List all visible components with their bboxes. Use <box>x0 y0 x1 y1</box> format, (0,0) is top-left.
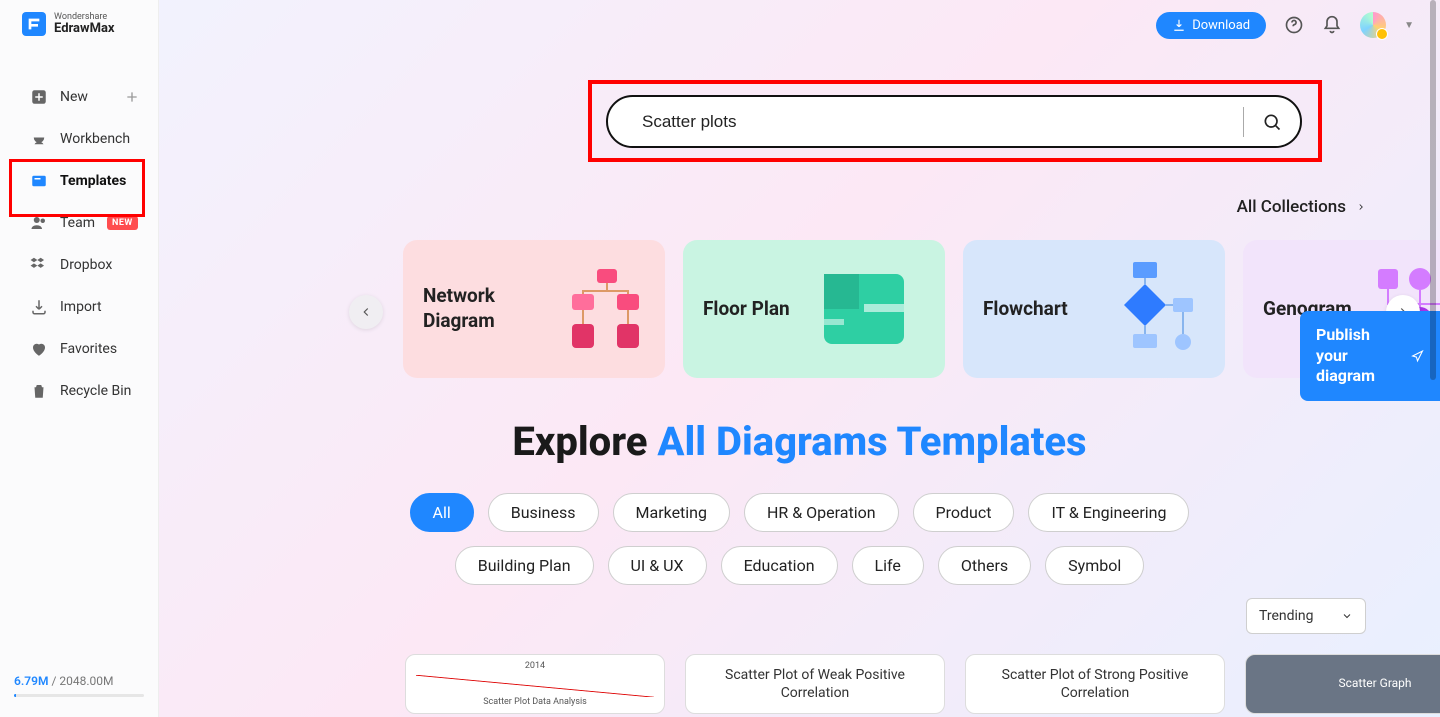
sidebar-item-templates[interactable]: Templates <box>0 160 158 202</box>
result-card[interactable]: Scatter Plot of Strong Positive Correlat… <box>965 654 1225 714</box>
flowchart-art-icon <box>1082 240 1205 378</box>
storage-indicator: 6.79M / 2048.00M <box>0 674 158 717</box>
result-card[interactable]: Scatter Plot of Weak Positive Correlatio… <box>685 654 945 714</box>
carousel-prev-button[interactable] <box>349 295 383 329</box>
sidebar-item-label: Team <box>60 215 95 231</box>
sidebar-item-new[interactable]: New <box>0 76 158 118</box>
brand-logo[interactable]: Wondershare EdrawMax <box>0 0 158 48</box>
sidebar-item-label: Workbench <box>60 131 130 147</box>
category-pills: All Business Marketing HR & Operation Pr… <box>159 493 1440 585</box>
pill-building-plan[interactable]: Building Plan <box>455 546 594 585</box>
pill-hr-operation[interactable]: HR & Operation <box>744 493 899 532</box>
scrollbar[interactable] <box>1428 0 1438 717</box>
storage-bar <box>14 694 144 697</box>
sort-select[interactable]: Trending <box>1246 598 1366 634</box>
brand-mark-icon <box>22 12 46 36</box>
favorites-icon <box>30 340 48 358</box>
sidebar-item-workbench[interactable]: Workbench <box>0 118 158 160</box>
chevron-right-icon <box>1356 199 1366 215</box>
import-icon <box>30 298 48 316</box>
pill-life[interactable]: Life <box>852 546 924 585</box>
plus-icon[interactable] <box>124 89 140 105</box>
pill-symbol[interactable]: Symbol <box>1045 546 1144 585</box>
sidebar-item-dropbox[interactable]: Dropbox <box>0 244 158 286</box>
storage-total: 2048.00M <box>59 674 113 688</box>
download-button[interactable]: Download <box>1156 12 1266 39</box>
bell-icon[interactable] <box>1322 15 1342 35</box>
pill-education[interactable]: Education <box>721 546 838 585</box>
search-input[interactable] <box>642 112 1225 132</box>
chevron-down-icon[interactable]: ▼ <box>1404 20 1414 31</box>
sidebar-item-label: Recycle Bin <box>60 383 131 399</box>
annotation-highlight-search <box>588 80 1322 162</box>
pill-product[interactable]: Product <box>913 493 1015 532</box>
help-icon[interactable] <box>1284 15 1304 35</box>
main-content: Download ▼ All Collections <box>159 0 1440 717</box>
topbar: Download ▼ <box>1130 0 1440 50</box>
avatar[interactable] <box>1360 12 1386 38</box>
brand-product: EdrawMax <box>54 22 115 35</box>
new-badge: NEW <box>107 216 138 230</box>
sidebar-item-import[interactable]: Import <box>0 286 158 328</box>
pill-it-engineering[interactable]: IT & Engineering <box>1028 493 1189 532</box>
dropbox-icon <box>30 256 48 274</box>
search-box[interactable] <box>606 95 1302 148</box>
pill-business[interactable]: Business <box>488 493 599 532</box>
results-row: 2014 Scatter Plot Data Analysis Scatter … <box>405 654 1440 714</box>
scrollbar-thumb[interactable] <box>1430 0 1436 380</box>
pill-marketing[interactable]: Marketing <box>613 493 730 532</box>
divider <box>1243 107 1244 137</box>
sidebar: Wondershare EdrawMax New Workbench Templ… <box>0 0 159 717</box>
result-card[interactable]: 2014 Scatter Plot Data Analysis <box>405 654 665 714</box>
sidebar-item-label: New <box>60 89 88 105</box>
sidebar-item-team[interactable]: Team NEW <box>0 202 158 244</box>
chevron-down-icon <box>1341 610 1353 622</box>
team-icon <box>30 214 48 232</box>
sidebar-item-label: Import <box>60 299 102 315</box>
network-art-icon <box>557 240 657 378</box>
storage-used: 6.79M <box>14 674 48 688</box>
send-icon <box>1411 344 1424 368</box>
sidebar-item-label: Dropbox <box>60 257 112 273</box>
publish-diagram-callout[interactable]: Publish your diagram <box>1300 311 1440 401</box>
pill-others[interactable]: Others <box>938 546 1031 585</box>
explore-heading: Explore All Diagrams Templates <box>159 418 1440 465</box>
result-card[interactable]: Scatter Graph <box>1245 654 1440 714</box>
floorplan-art-icon <box>804 240 925 378</box>
category-card-floor[interactable]: Floor Plan <box>683 240 945 378</box>
sidebar-item-favorites[interactable]: Favorites <box>0 328 158 370</box>
recycle-icon <box>30 382 48 400</box>
pill-all[interactable]: All <box>410 493 474 532</box>
category-carousel: Network Diagram Floor Plan <box>349 240 1412 380</box>
category-card-flowchart[interactable]: Flowchart <box>963 240 1225 378</box>
sidebar-item-label: Templates <box>60 173 126 189</box>
sidebar-item-recycle[interactable]: Recycle Bin <box>0 370 158 412</box>
all-collections-link[interactable]: All Collections <box>1237 197 1366 217</box>
search-icon[interactable] <box>1262 112 1282 132</box>
scatter-thumbnail-icon <box>416 675 654 698</box>
templates-icon <box>30 172 48 190</box>
sidebar-item-label: Favorites <box>60 341 117 357</box>
category-card-network[interactable]: Network Diagram <box>403 240 665 378</box>
sidebar-nav: New Workbench Templates Team NEW Dropbox <box>0 48 158 412</box>
workbench-icon <box>30 130 48 148</box>
new-icon <box>30 88 48 106</box>
pill-ui-ux[interactable]: UI & UX <box>608 546 707 585</box>
